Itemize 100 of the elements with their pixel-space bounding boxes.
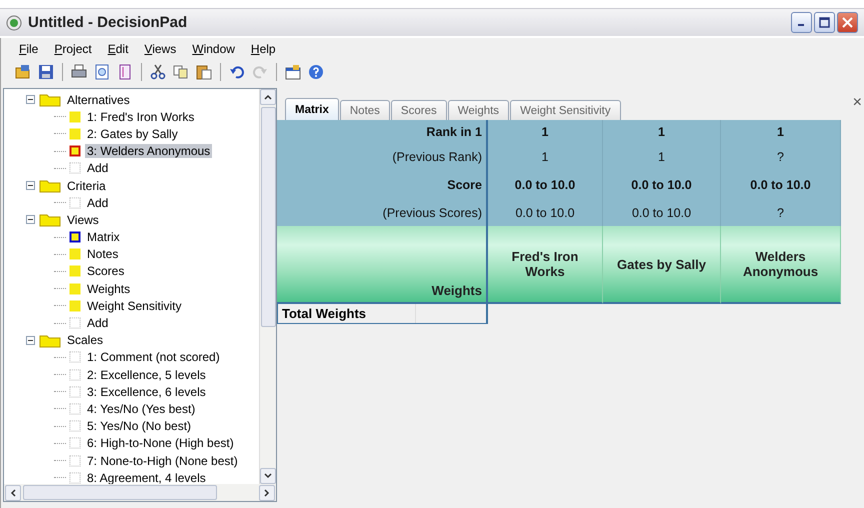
collapse-icon[interactable] [26, 95, 35, 104]
square-icon [69, 128, 81, 140]
menu-item[interactable]: Edit [100, 42, 136, 56]
tree-item[interactable]: 2: Gates by Sally [85, 126, 180, 141]
square-icon [69, 282, 81, 295]
table-cell: 0.0 to 10.0 [603, 200, 721, 226]
row-label: Rank in 1 [277, 120, 488, 144]
tree-item[interactable]: Add [85, 196, 110, 210]
placeholder-icon [69, 317, 81, 330]
toolbar-button[interactable] [283, 62, 303, 82]
collapse-icon[interactable] [26, 181, 35, 190]
table-cell: ? [721, 144, 841, 170]
placeholder-icon [69, 351, 81, 364]
help-icon [308, 64, 324, 80]
tree-item[interactable]: 5: Yes/No (No best) [85, 419, 194, 434]
table-cell: 0.0 to 10.0 [488, 170, 603, 200]
tree-item[interactable]: Weight Sensitivity [85, 298, 184, 313]
toolbar-button[interactable] [148, 62, 168, 82]
caret-icon [10, 488, 16, 496]
tab[interactable]: Matrix [285, 98, 339, 120]
paste-icon [196, 64, 212, 80]
folder-icon [39, 178, 61, 194]
tab[interactable]: Scores [390, 100, 447, 120]
tree-item[interactable]: 1: Comment (not scored) [85, 350, 222, 364]
close-icon [842, 17, 853, 28]
undo-icon [229, 64, 245, 80]
tree-item[interactable]: 3: Excellence, 6 levels [85, 384, 208, 399]
menu-item[interactable]: Views [136, 42, 184, 56]
scroll-down-button[interactable] [260, 468, 276, 484]
folder-icon [39, 212, 61, 228]
redo-icon [252, 64, 268, 80]
tree-item[interactable]: 7: None-to-High (None best) [85, 454, 240, 468]
scissors-icon [150, 64, 166, 80]
tree-item[interactable]: Scales [65, 333, 106, 348]
tree-item[interactable]: 8: Agreement, 4 levels [85, 470, 208, 484]
window-title: Untitled - DecisionPad [28, 14, 188, 31]
tree-item[interactable]: Matrix [85, 230, 122, 244]
tree-item[interactable]: 3: Welders Anonymous [85, 144, 212, 158]
tree-item[interactable]: 1: Fred's Iron Works [85, 110, 196, 124]
placeholder-icon [69, 386, 81, 398]
close-button[interactable] [837, 12, 858, 33]
folder-icon [39, 92, 61, 108]
tree-item[interactable]: Weights [85, 282, 132, 296]
tree-item[interactable]: Notes [85, 247, 120, 262]
tree-item[interactable]: Views [65, 212, 101, 227]
collapse-icon[interactable] [26, 215, 35, 224]
app-icon [6, 14, 22, 30]
row-label: Total Weights [278, 304, 416, 323]
placeholder-icon [69, 162, 81, 174]
placeholder-icon [69, 402, 81, 415]
caret-icon [264, 488, 270, 496]
scroll-right-button[interactable] [259, 484, 275, 500]
tab[interactable]: Weights [448, 100, 510, 120]
tree-item[interactable]: Scores [85, 264, 126, 278]
scroll-left-button[interactable] [5, 484, 21, 500]
table-cell: 1 [603, 144, 721, 170]
square-icon [69, 231, 81, 244]
square-icon [69, 248, 81, 260]
tab[interactable]: Notes [340, 100, 390, 120]
page-icon [117, 64, 133, 80]
maximize-button[interactable] [814, 12, 835, 33]
scroll-up-button[interactable] [260, 89, 276, 105]
placeholder-icon [69, 454, 81, 467]
table-cell: 1 [488, 144, 603, 170]
table-cell: 0.0 to 10.0 [603, 170, 721, 200]
tree-item[interactable]: Add [85, 161, 110, 176]
folder-icon [39, 332, 61, 348]
toolbar-button[interactable] [306, 62, 326, 82]
collapse-icon[interactable] [26, 336, 35, 345]
placeholder-icon [69, 472, 81, 484]
placeholder-icon [69, 368, 81, 381]
tree-item[interactable]: 4: Yes/No (Yes best) [85, 402, 198, 416]
column-header: Weights [277, 226, 488, 304]
close-button[interactable]: × [852, 94, 862, 112]
tab[interactable]: Weight Sensitivity [510, 100, 621, 120]
tree-item[interactable]: Criteria [65, 178, 108, 193]
column-header: Welders Anonymous [721, 226, 841, 304]
menu-item[interactable]: Window [184, 42, 243, 56]
caret-icon [264, 94, 272, 100]
placeholder-icon [69, 196, 81, 209]
tree-item[interactable]: Alternatives [65, 92, 132, 107]
menu-item[interactable]: File [11, 42, 46, 56]
table-cell: ? [721, 200, 841, 226]
tree-item[interactable]: 2: Excellence, 5 levels [85, 368, 208, 382]
menu-item[interactable]: Help [242, 42, 284, 56]
maximize-icon [819, 17, 830, 28]
preview-icon [94, 64, 110, 80]
table-cell: 0.0 to 10.0 [721, 170, 841, 200]
row-label: (Previous Rank) [277, 144, 488, 170]
column-header: Gates by Sally [603, 226, 721, 304]
table-cell: 1 [488, 120, 603, 144]
toolbar-button[interactable] [36, 62, 56, 82]
minimize-button[interactable] [791, 12, 812, 33]
square-icon [69, 145, 81, 158]
tree-item[interactable]: Add [85, 316, 110, 330]
vertical-scrollbar[interactable] [259, 89, 276, 484]
placeholder-icon [69, 420, 81, 432]
horizontal-scrollbar[interactable] [4, 484, 276, 501]
menu-item[interactable]: Project [46, 42, 100, 56]
tree-item[interactable]: 6: High-to-None (High best) [85, 436, 236, 450]
